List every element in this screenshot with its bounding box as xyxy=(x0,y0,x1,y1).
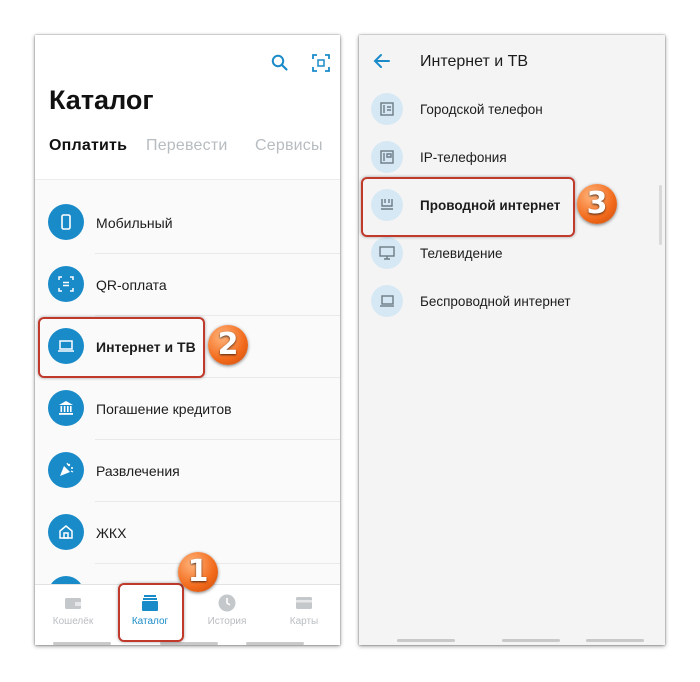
internet-tv-header: Интернет и ТВ xyxy=(359,35,665,91)
list-item-loans[interactable]: Погашение кредитов xyxy=(35,378,340,440)
gesture-bar xyxy=(586,639,644,642)
wallet-icon xyxy=(63,593,83,613)
highlight-wired-internet xyxy=(361,177,575,237)
internet-tv-screen: Интернет и ТВ Городской телефон IP-телеф… xyxy=(359,35,665,645)
gesture-bar xyxy=(160,642,218,645)
step-2-badge: 2 xyxy=(208,325,248,365)
gesture-bar xyxy=(53,642,111,645)
catalog-header: Каталог Оплатить Перевести Сервисы xyxy=(35,35,340,179)
step-1-badge: 1 xyxy=(178,552,218,592)
ip-phone-icon xyxy=(371,141,403,173)
qr-icon xyxy=(48,266,84,302)
phone-icon xyxy=(48,204,84,240)
gesture-bar xyxy=(246,642,304,645)
highlight-internet-tv xyxy=(38,317,205,378)
list-item-label: QR-оплата xyxy=(96,277,167,293)
page-title: Каталог xyxy=(49,85,154,115)
clock-icon xyxy=(217,593,237,613)
landline-icon xyxy=(371,93,403,125)
highlight-catalog xyxy=(118,583,184,642)
qr-scan-icon[interactable] xyxy=(311,53,331,73)
list-item-entertainment[interactable]: Развлечения xyxy=(35,440,340,502)
tab-pay[interactable]: Оплатить xyxy=(49,137,127,155)
list-item-landline[interactable]: Городской телефон xyxy=(359,85,665,133)
step-3-badge: 3 xyxy=(577,184,617,224)
scrollbar[interactable] xyxy=(659,185,662,245)
tab-transfer[interactable]: Перевести xyxy=(146,137,227,155)
list-item-label: Мобильный xyxy=(96,215,173,231)
party-icon xyxy=(48,452,84,488)
list-item-ip-phone[interactable]: IP-телефония xyxy=(359,133,665,181)
nav-history[interactable]: История xyxy=(192,593,262,627)
list-item-label: Погашение кредитов xyxy=(96,401,232,417)
page-title: Интернет и ТВ xyxy=(420,53,529,70)
nav-cards[interactable]: Карты xyxy=(269,593,339,627)
list-item-mobile[interactable]: Мобильный xyxy=(35,192,340,254)
wireless-icon xyxy=(371,285,403,317)
catalog-list: Мобильный QR-оплата Интернет и ТВ Погаше… xyxy=(35,179,340,612)
list-item-label: Развлечения xyxy=(96,463,180,479)
search-icon[interactable] xyxy=(270,53,290,73)
nav-wallet[interactable]: Кошелёк xyxy=(38,593,108,627)
list-item-qr[interactable]: QR-оплата xyxy=(35,254,340,316)
gesture-bar xyxy=(397,639,455,642)
bottom-navigation: Кошелёк Каталог История Карты xyxy=(35,584,340,645)
gesture-bar xyxy=(502,639,560,642)
bank-icon xyxy=(48,390,84,426)
tv-icon xyxy=(371,237,403,269)
tab-services[interactable]: Сервисы xyxy=(255,137,323,155)
list-item-label: ЖКХ xyxy=(96,525,127,541)
card-icon xyxy=(294,593,314,613)
list-item-wireless-internet[interactable]: Беспроводной интернет xyxy=(359,277,665,325)
house-icon xyxy=(48,514,84,550)
back-arrow-icon[interactable] xyxy=(371,51,393,71)
